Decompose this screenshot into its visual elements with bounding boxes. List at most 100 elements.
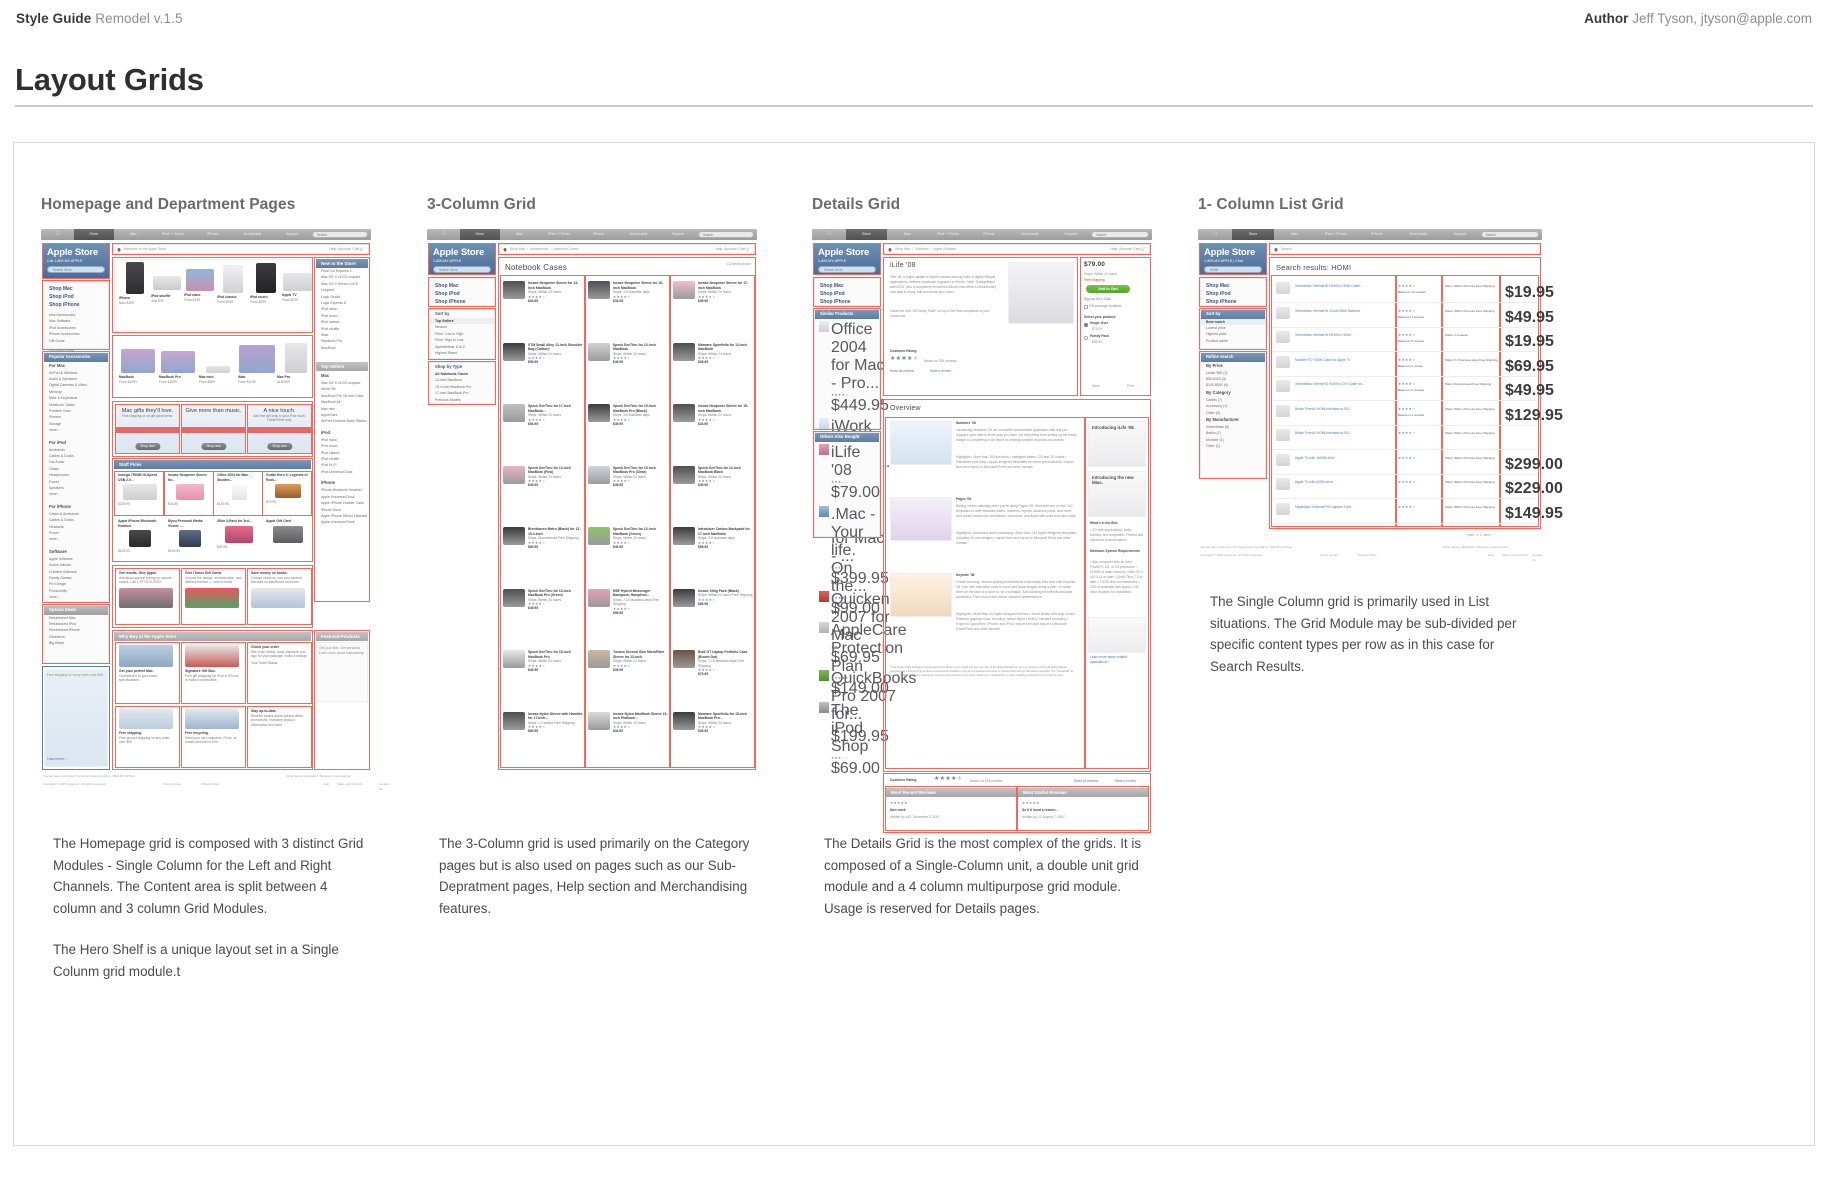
mac-product-1[interactable]: MacBook Pro From $1999	[159, 341, 197, 384]
gnav-item-ipod-itunes[interactable]: iPod + iTunes	[539, 229, 579, 240]
add-to-cart-button[interactable]: Add to Cart	[1086, 285, 1130, 293]
category-product-15[interactable]: Speck SeeThru for 13-inch MacBook Pro (G…	[503, 588, 583, 611]
category-product-8[interactable]: Incase Neoprene Sleeve for 15-inch MacBo…	[673, 404, 753, 426]
gnav-item-iphone[interactable]: iPhone	[969, 229, 1010, 240]
global-nav-details[interactable]:  Store Mac iPod + iTunes iPhone Downloa…	[812, 229, 1152, 240]
list-footer-sales[interactable]: Sales and Refunds	[1502, 553, 1527, 558]
print-action[interactable]: Print	[1127, 384, 1134, 389]
staff-pick-5[interactable]: Myvu Personal Media Viewer -... $199.95	[168, 519, 212, 554]
global-search-input[interactable]: Search	[1091, 231, 1150, 238]
category-product-21[interactable]: Incase Nylon Sleeve with Handles for 17-…	[503, 711, 583, 734]
new-item-1[interactable]: Mac OS X v10.5 Leopard	[316, 274, 368, 280]
option-radio-family[interactable]	[1084, 335, 1088, 340]
left-promo-link[interactable]: Learn more ›	[47, 757, 66, 762]
result-name-8[interactable]: Apple TV with 40GB drive	[1295, 480, 1333, 484]
merch-card-1[interactable]: Give iTunes Gift Cards. Choose the desig…	[185, 571, 242, 608]
ts-mac-6[interactable]: AirPort Extreme Base Station	[316, 418, 368, 424]
gnav-item-ipod-itunes[interactable]: iPod + iTunes	[1315, 229, 1356, 240]
new-item-2[interactable]: Mac OS X Server v10.5 Leopard	[316, 281, 368, 294]
global-nav-three-column[interactable]:  Store Mac iPod + iTunes iPhone Downloa…	[427, 229, 757, 240]
why-buy-card-5[interactable]: Stay up-to-date. Receive emails about sp…	[251, 709, 308, 727]
mac-product-3[interactable]: iMac From $1199	[238, 341, 276, 384]
staff-pick-1[interactable]: Incase Neoprene Sleeve for... $34.95	[168, 473, 212, 507]
gnav-item-store[interactable]: Store	[846, 229, 887, 240]
staff-pick-7[interactable]: Apple Gift Card	[266, 519, 310, 543]
category-product-10[interactable]: Speck SeeThru for 15-inch MacBook Pro (C…	[588, 465, 668, 488]
search-result-row[interactable]: MapleAge/ Extensia Pro Capture Card ★★★★…	[1273, 500, 1563, 524]
reviews-write[interactable]: Write a review	[1115, 779, 1136, 784]
category-product-14[interactable]: Introducer Carbon Backpack for 17-inch M…	[673, 527, 753, 549]
rail-learn-more-link[interactable]: Learn more about related applications ›	[1090, 655, 1144, 665]
gnav-item-mac[interactable]: Mac	[114, 229, 154, 240]
ts-iphone-2[interactable]: Apple iPhone Leather Case	[316, 500, 368, 506]
others-item-3[interactable]: The iPod Shop ★★★☆☆ $69.00	[819, 701, 880, 778]
result-name-7[interactable]: Apple TV with 160GB drive	[1295, 456, 1335, 460]
gnav-item-mac[interactable]: Mac	[887, 229, 928, 240]
apple-icon[interactable]: 	[427, 229, 460, 240]
merch-card-2[interactable]: Save money on books. College students, u…	[251, 571, 308, 608]
search-result-row[interactable]: Monster iTV HDMI Cable for Apple TV ★★★★…	[1273, 353, 1554, 377]
gnav-item-downloads[interactable]: Downloads	[1010, 229, 1051, 240]
search-result-row[interactable]: Apple TV with 40GB drive ★★★★★ Ships: Wi…	[1273, 475, 1563, 499]
overview-rail-card-1[interactable]: Introducing the new iMac.	[1088, 471, 1146, 517]
promo-button-0[interactable]: Shop now	[134, 443, 161, 450]
staff-pick-0[interactable]: Iomega 750GB Hi-Speed USB 2.0... $229.95	[118, 473, 162, 507]
result-name-3[interactable]: Monster iTV HDMI Cable for Apple TV	[1295, 358, 1351, 362]
option-radio-single[interactable]	[1084, 322, 1088, 327]
result-name-1[interactable]: XtremeMac XtremeHD 4-foot HDMI Switcher	[1295, 309, 1360, 313]
list-footer-contact[interactable]: Contact Us	[1532, 553, 1542, 563]
category-product-23[interactable]: Marware Sportfolio for 15-inch MacBook P…	[673, 711, 753, 734]
hero-product-4[interactable]: iPod touch From $299	[250, 262, 281, 304]
ts-iphone-0[interactable]: iPhone Bluetooth Headset	[316, 487, 368, 493]
search-result-row[interactable]: Belkin PureAV HDMI Interface-to-DVI... ★…	[1273, 402, 1563, 426]
promo-card-2[interactable]: A nice touch. Add free gift wrap to your…	[248, 405, 311, 453]
search-result-row[interactable]: XtremeMac XtremeHD HDMI to HDMI... ★★★★★…	[1273, 328, 1554, 352]
gnav-item-store[interactable]: Store	[1232, 229, 1274, 240]
gnav-item-downloads[interactable]: Downloads	[233, 229, 273, 240]
global-nav-homepage[interactable]:  Store Mac iPod + iTunes iPhone Downloa…	[41, 229, 371, 240]
read-reviews-link[interactable]: Read all reviews	[890, 369, 914, 374]
apple-icon[interactable]: 	[1198, 229, 1232, 240]
category-product-3[interactable]: STM Small Alley 13-inch Shoulder Bag (Ca…	[503, 342, 583, 365]
write-review-link[interactable]: Write a review	[930, 369, 951, 374]
result-name-6[interactable]: Belkin PureAV HDMI Interface-to-DVI...	[1295, 431, 1352, 435]
gnav-item-support[interactable]: Support	[1439, 229, 1480, 240]
global-search-input[interactable]: Search	[1480, 231, 1540, 238]
category-product-17[interactable]: Incase Sling Pack (Black) Ships: Within …	[673, 588, 753, 607]
result-name-2[interactable]: XtremeMac XtremeHD HDMI to HDMI...	[1295, 333, 1353, 337]
pagination[interactable]: ‹ prev 1 2 next ›	[1466, 533, 1492, 538]
merch-card-0[interactable]: Get results. Give Apple. Ask about speci…	[119, 571, 176, 608]
category-product-2[interactable]: Incase Neoprene Sleeve for 17-inch MacBo…	[673, 281, 753, 303]
list-footer-privacy[interactable]: Privacy Policy	[1358, 553, 1377, 558]
gnav-item-support[interactable]: Support	[658, 229, 698, 240]
category-product-6[interactable]: Speck SeeThru for 17-inch MacBook... Shi…	[503, 404, 583, 426]
gnav-item-downloads[interactable]: Downloads	[1398, 229, 1439, 240]
why-buy-link-2[interactable]: Your Order Status	[251, 661, 308, 666]
hero-product-3[interactable]: iPod classic From $249	[217, 262, 248, 304]
category-product-19[interactable]: Tucano Second Skin MicroFiber Sleeve for…	[588, 650, 668, 672]
search-result-row[interactable]: XtremeMac XtremeHD 4-foot HDMI Switcher …	[1273, 304, 1554, 328]
gnav-item-store[interactable]: Store	[460, 229, 500, 240]
gnav-item-ipod-itunes[interactable]: iPod + iTunes	[153, 229, 193, 240]
category-product-18[interactable]: Speck SeeThru for 15-inch MacBook Pro Sh…	[503, 650, 583, 672]
overview-rail-card-2[interactable]	[1088, 617, 1146, 653]
new-item-11[interactable]: MacBook	[316, 345, 368, 351]
gnav-item-store[interactable]: Store	[74, 229, 114, 240]
list-footer-other-stores[interactable]: Other Stores Education Business Internat…	[1443, 545, 1507, 550]
category-product-5[interactable]: Marware Sportfolio for 13-inch MacBook S…	[673, 342, 753, 365]
category-product-20[interactable]: Built GT Laptop Portfolio Case (Brown Do…	[673, 650, 753, 677]
promo-button-2[interactable]: Shop now	[266, 443, 293, 450]
overview-rail-card-0[interactable]: Introducing iLife '08.	[1088, 421, 1146, 467]
staff-pick-3[interactable]: Guitar Hero 3: Legends of Rock... $79.95	[266, 473, 310, 505]
hero-product-5[interactable]: Apple TV From $229	[282, 262, 313, 302]
search-result-row[interactable]: XtremeMac XtremeHD HDMI to DVI Cable for…	[1273, 377, 1554, 401]
promo-card-0[interactable]: Mac gifts they'll love. Free shipping on…	[116, 405, 179, 453]
footer-other-stores[interactable]: Other Stores Education Business Internat…	[286, 774, 350, 779]
others-item-2[interactable]: AppleCare Protection Plan ★★★★★ $149.00	[819, 621, 907, 698]
hero-product-0[interactable]: iPhone Now $199	[119, 262, 150, 305]
top-sellers-list[interactable]: Mac Mac OS X v10.5 Leopard iWork '08 Mac…	[316, 372, 368, 598]
promo-card-1[interactable]: Give more than music. Shop now	[182, 405, 245, 453]
search-result-row[interactable]: Belkin PureAV HDMI Interface-to-DVI... ★…	[1273, 426, 1537, 450]
gnav-item-iphone[interactable]: iPhone	[1356, 229, 1397, 240]
global-nav-list[interactable]:  Store Mac iPod + iTunes iPhone Downloa…	[1198, 229, 1542, 240]
